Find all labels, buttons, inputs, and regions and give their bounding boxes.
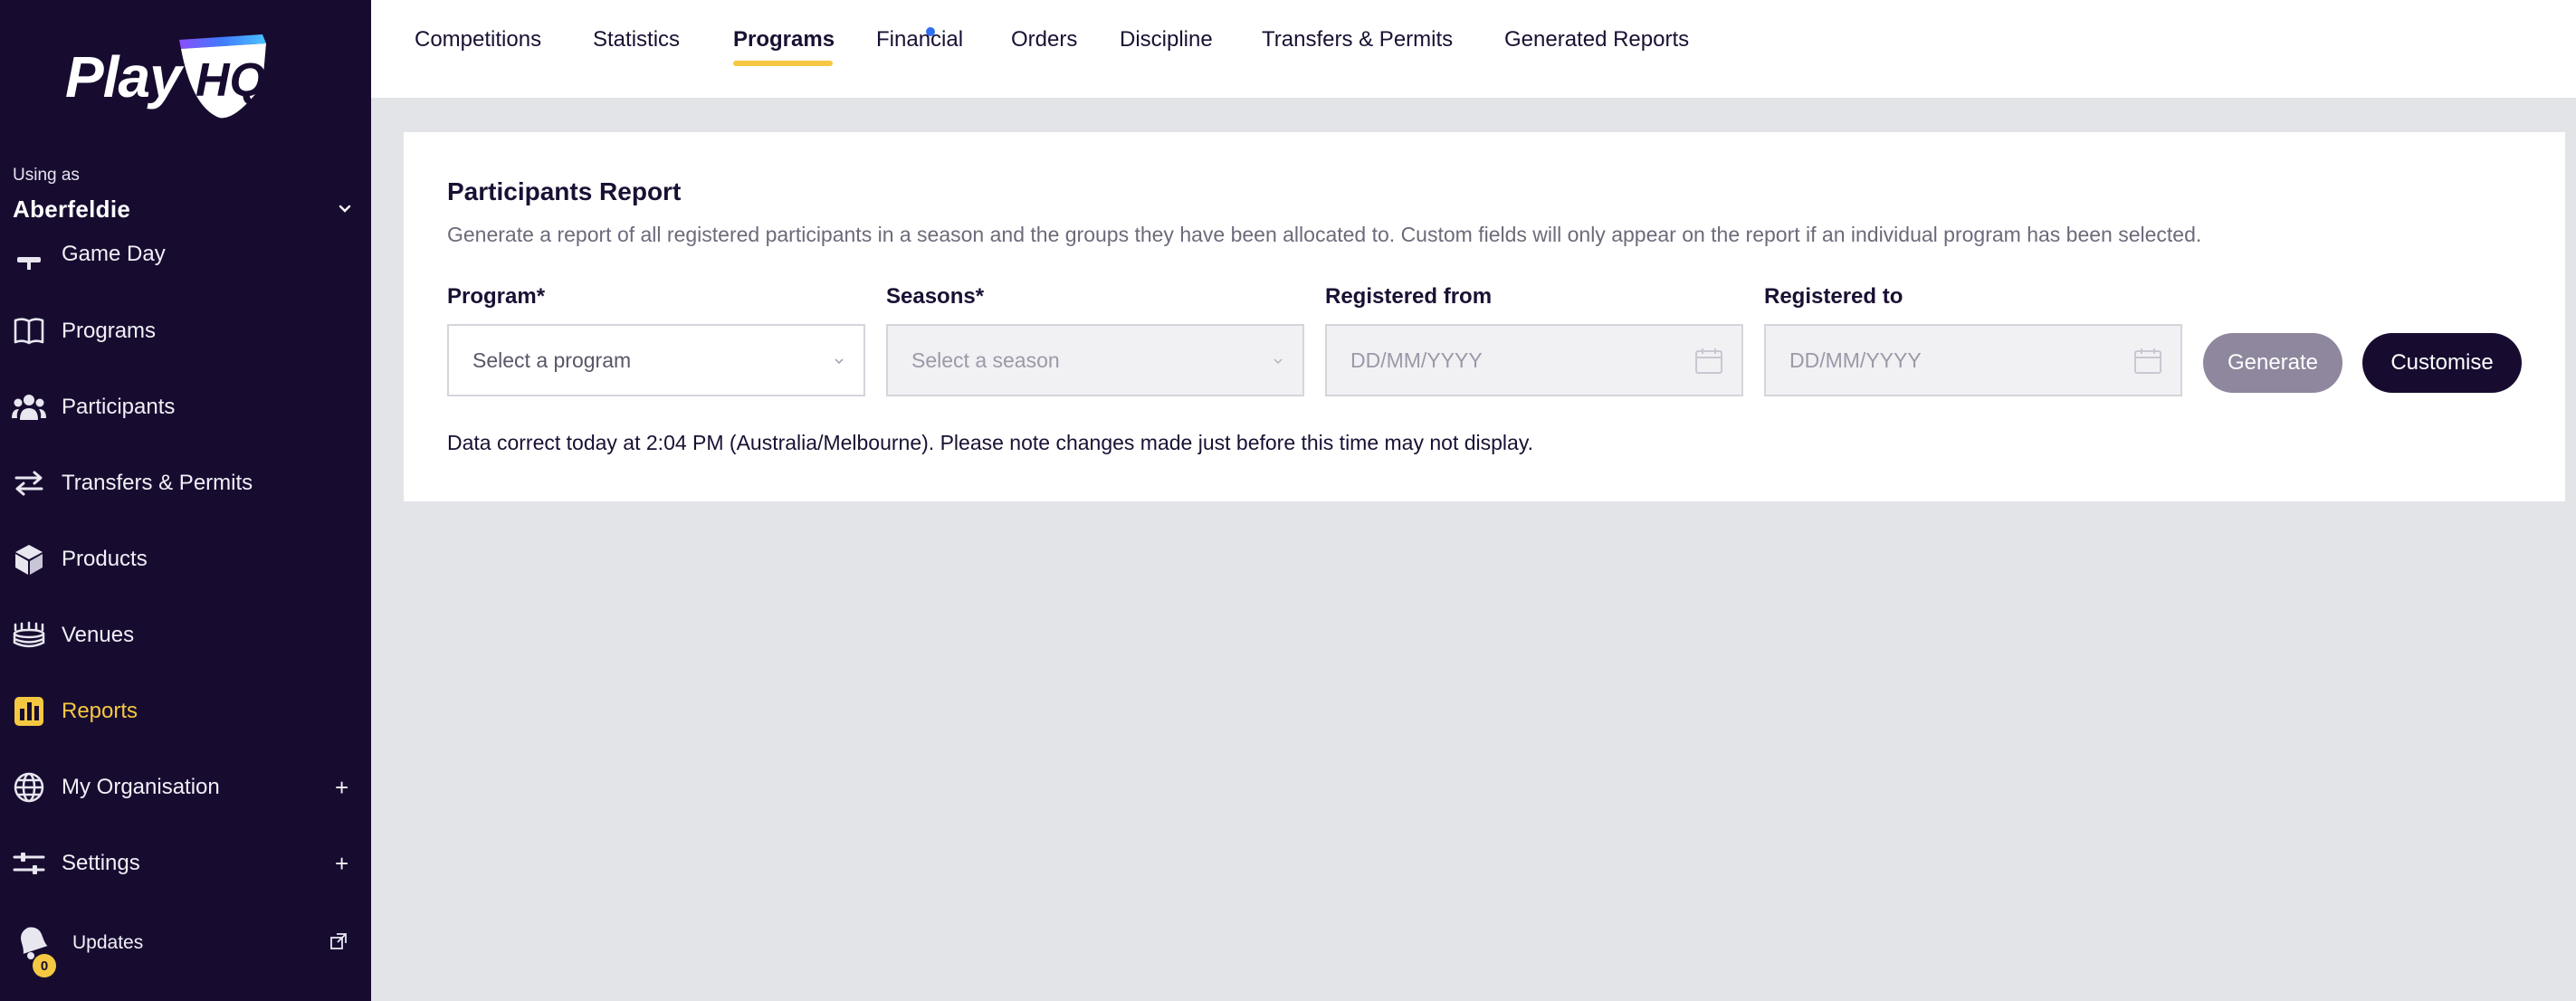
chevron-down-icon[interactable] (335, 199, 355, 219)
using-as-label: Using as (13, 166, 80, 185)
book-icon (11, 313, 47, 349)
logo-shield-icon: HQ (179, 34, 266, 119)
data-freshness-note: Data correct today at 2:04 PM (Australia… (447, 431, 1534, 454)
organisation-name[interactable]: Aberfeldie (13, 195, 130, 224)
participants-report-card: Participants Report Generate a report of… (404, 132, 2565, 501)
registered-to-placeholder: DD/MM/YYYY (1789, 348, 1922, 372)
sidebar-item-reports[interactable]: Reports (0, 680, 371, 743)
sidebar: Play HQ Using as Aberfeldie Game Day Pro… (0, 0, 371, 1001)
calendar-icon[interactable] (1694, 348, 1723, 375)
whistle-icon (11, 243, 47, 272)
seasons-select[interactable]: Select a season (886, 324, 1304, 396)
generate-button[interactable]: Generate (2203, 333, 2342, 393)
seasons-label: Seasons* (886, 284, 985, 309)
report-description: Generate a report of all registered part… (447, 223, 2202, 246)
tab-discipline[interactable]: Discipline (1120, 27, 1213, 52)
external-link-icon[interactable] (329, 932, 348, 950)
sidebar-nav: Game Day Programs Participants Transfers… (0, 243, 371, 912)
chevron-down-icon (835, 358, 844, 365)
sidebar-item-products[interactable]: Products (0, 528, 371, 591)
sidebar-item-label: Game Day (62, 243, 166, 266)
sidebar-item-settings[interactable]: Settings + (0, 832, 371, 895)
tab-transfers-permits[interactable]: Transfers & Permits (1262, 27, 1453, 52)
registered-from-input[interactable]: DD/MM/YYYY (1325, 324, 1743, 396)
sidebar-item-label: Participants (62, 395, 176, 419)
sidebar-item-my-organisation[interactable]: My Organisation + (0, 756, 371, 819)
customise-button[interactable]: Customise (2362, 333, 2522, 393)
tab-financial[interactable]: Financial (876, 27, 963, 52)
sidebar-item-label: Venues (62, 623, 135, 647)
tab-orders[interactable]: Orders (1011, 27, 1077, 52)
playhq-logo[interactable]: Play HQ (65, 31, 266, 121)
registered-from-placeholder: DD/MM/YYYY (1350, 348, 1483, 372)
sidebar-item-participants[interactable]: Participants (0, 376, 371, 439)
updates-label: Updates (72, 932, 144, 953)
program-select[interactable]: Select a program (447, 324, 865, 396)
top-nav: Competitions Statistics Programs Financi… (371, 0, 2576, 98)
sidebar-item-transfers-permits[interactable]: Transfers & Permits (0, 452, 371, 515)
globe-icon (11, 769, 47, 806)
program-label: Program* (447, 284, 546, 309)
chevron-down-icon (1274, 358, 1283, 365)
registered-from-label: Registered from (1325, 284, 1493, 309)
registered-to-input[interactable]: DD/MM/YYYY (1764, 324, 2182, 396)
expand-icon[interactable]: + (335, 774, 348, 802)
sidebar-item-label: Reports (62, 699, 138, 723)
seasons-placeholder: Select a season (911, 348, 1060, 372)
tab-statistics[interactable]: Statistics (593, 27, 680, 52)
updates-badge: 0 (33, 954, 56, 977)
svg-text:HQ: HQ (196, 54, 266, 107)
logo-text: Play (65, 44, 182, 110)
sliders-icon (11, 845, 47, 882)
report-title: Participants Report (447, 177, 682, 205)
updates-item[interactable]: 0 Updates (0, 912, 371, 977)
sidebar-item-label: Transfers & Permits (62, 471, 253, 495)
bar-chart-icon (11, 693, 47, 729)
sidebar-item-label: Products (62, 547, 148, 571)
sidebar-item-label: Settings (62, 851, 140, 875)
box-icon (11, 541, 47, 577)
people-icon (11, 389, 47, 425)
sidebar-item-label: Programs (62, 319, 157, 343)
sidebar-item-programs[interactable]: Programs (0, 300, 371, 363)
sidebar-item-label: My Organisation (62, 775, 220, 799)
tab-competitions[interactable]: Competitions (415, 27, 541, 52)
transfer-arrows-icon (11, 465, 47, 501)
sidebar-item-venues[interactable]: Venues (0, 604, 371, 667)
calendar-icon[interactable] (2133, 348, 2162, 375)
program-placeholder: Select a program (472, 348, 632, 372)
tab-programs[interactable]: Programs (733, 27, 835, 52)
sidebar-item-game-day[interactable]: Game Day (0, 243, 371, 286)
active-tab-indicator (733, 61, 833, 66)
stadium-icon (11, 617, 47, 653)
registered-to-label: Registered to (1764, 284, 1903, 309)
expand-icon[interactable]: + (335, 850, 348, 878)
tab-generated-reports[interactable]: Generated Reports (1504, 27, 1689, 52)
